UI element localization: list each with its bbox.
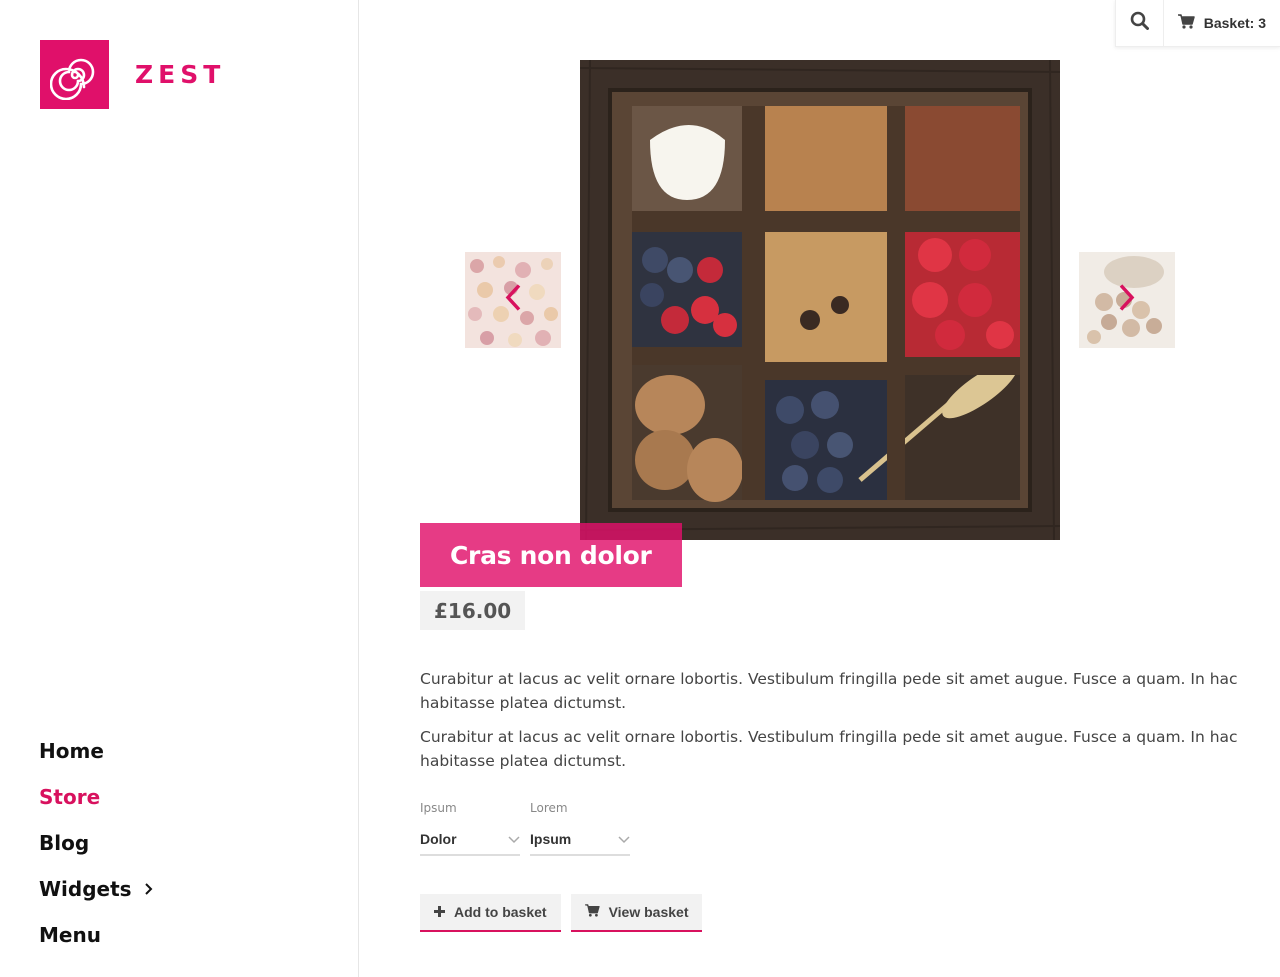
option-lorem: Lorem Ipsum — [530, 801, 630, 856]
option-label: Lorem — [530, 801, 568, 815]
chevron-down-icon — [618, 831, 630, 847]
product-title: Cras non dolor — [450, 540, 652, 570]
cart-icon — [584, 904, 609, 920]
gallery-next-thumbnail[interactable] — [1079, 252, 1175, 348]
nav-item-label: Menu — [39, 923, 101, 947]
gallery-prev-thumbnail[interactable] — [465, 252, 561, 348]
chevron-right-icon — [144, 882, 153, 896]
description-paragraph: Curabitur at lacus ac velit ornare lobor… — [420, 728, 1238, 770]
top-bar: Basket: 3 — [1114, 0, 1280, 47]
option-value: Dolor — [420, 830, 457, 847]
nav-item-label: Widgets — [39, 877, 132, 901]
basket-button[interactable]: Basket: 3 — [1164, 0, 1280, 46]
nav-item-menu[interactable]: Menu — [39, 912, 153, 958]
product-options: Ipsum Dolor Lorem Ipsum — [420, 801, 640, 856]
nav-item-label: Store — [39, 785, 101, 809]
description-paragraph: Curabitur at lacus ac velit ornare lobor… — [420, 670, 1238, 712]
option-ipsum: Ipsum Dolor — [420, 801, 520, 856]
option-select[interactable]: Dolor — [420, 823, 520, 856]
product-title-banner: Cras non dolor — [420, 523, 682, 587]
main-nav: Home Store Blog Widgets Menu — [39, 728, 153, 958]
add-to-basket-button[interactable]: Add to basket — [420, 894, 561, 932]
sidebar: ZEST Home Store Blog Widgets Menu — [0, 0, 359, 977]
add-to-basket-label: Add to basket — [454, 904, 547, 920]
view-basket-button[interactable]: View basket — [570, 894, 703, 932]
search-icon — [1130, 11, 1149, 35]
chevron-right-icon — [1118, 283, 1136, 318]
view-basket-label: View basket — [608, 904, 689, 920]
option-label: Ipsum — [420, 801, 457, 815]
basket-label: Basket: 3 — [1203, 15, 1266, 31]
product-description: Curabitur at lacus ac velit ornare lobor… — [420, 667, 1240, 783]
product-image — [580, 60, 1060, 540]
product-price: £16.00 — [420, 591, 526, 630]
logo[interactable]: ZEST — [40, 40, 225, 109]
chevron-left-icon — [504, 283, 522, 318]
brand-name: ZEST — [135, 60, 226, 89]
chevron-down-icon — [508, 831, 520, 847]
nav-item-label: Blog — [39, 831, 90, 855]
spiral-logo-icon — [40, 40, 109, 109]
nav-item-blog[interactable]: Blog — [39, 820, 153, 866]
option-value: Ipsum — [530, 830, 572, 847]
product-actions: Add to basket View basket — [420, 894, 712, 932]
cart-icon — [1177, 14, 1204, 32]
nav-item-widgets[interactable]: Widgets — [39, 866, 153, 912]
nav-item-home[interactable]: Home — [39, 728, 153, 774]
option-select[interactable]: Ipsum — [530, 823, 630, 856]
plus-icon — [434, 904, 454, 920]
nav-item-store[interactable]: Store — [39, 774, 153, 820]
nav-item-label: Home — [39, 739, 104, 763]
search-button[interactable] — [1116, 0, 1164, 46]
